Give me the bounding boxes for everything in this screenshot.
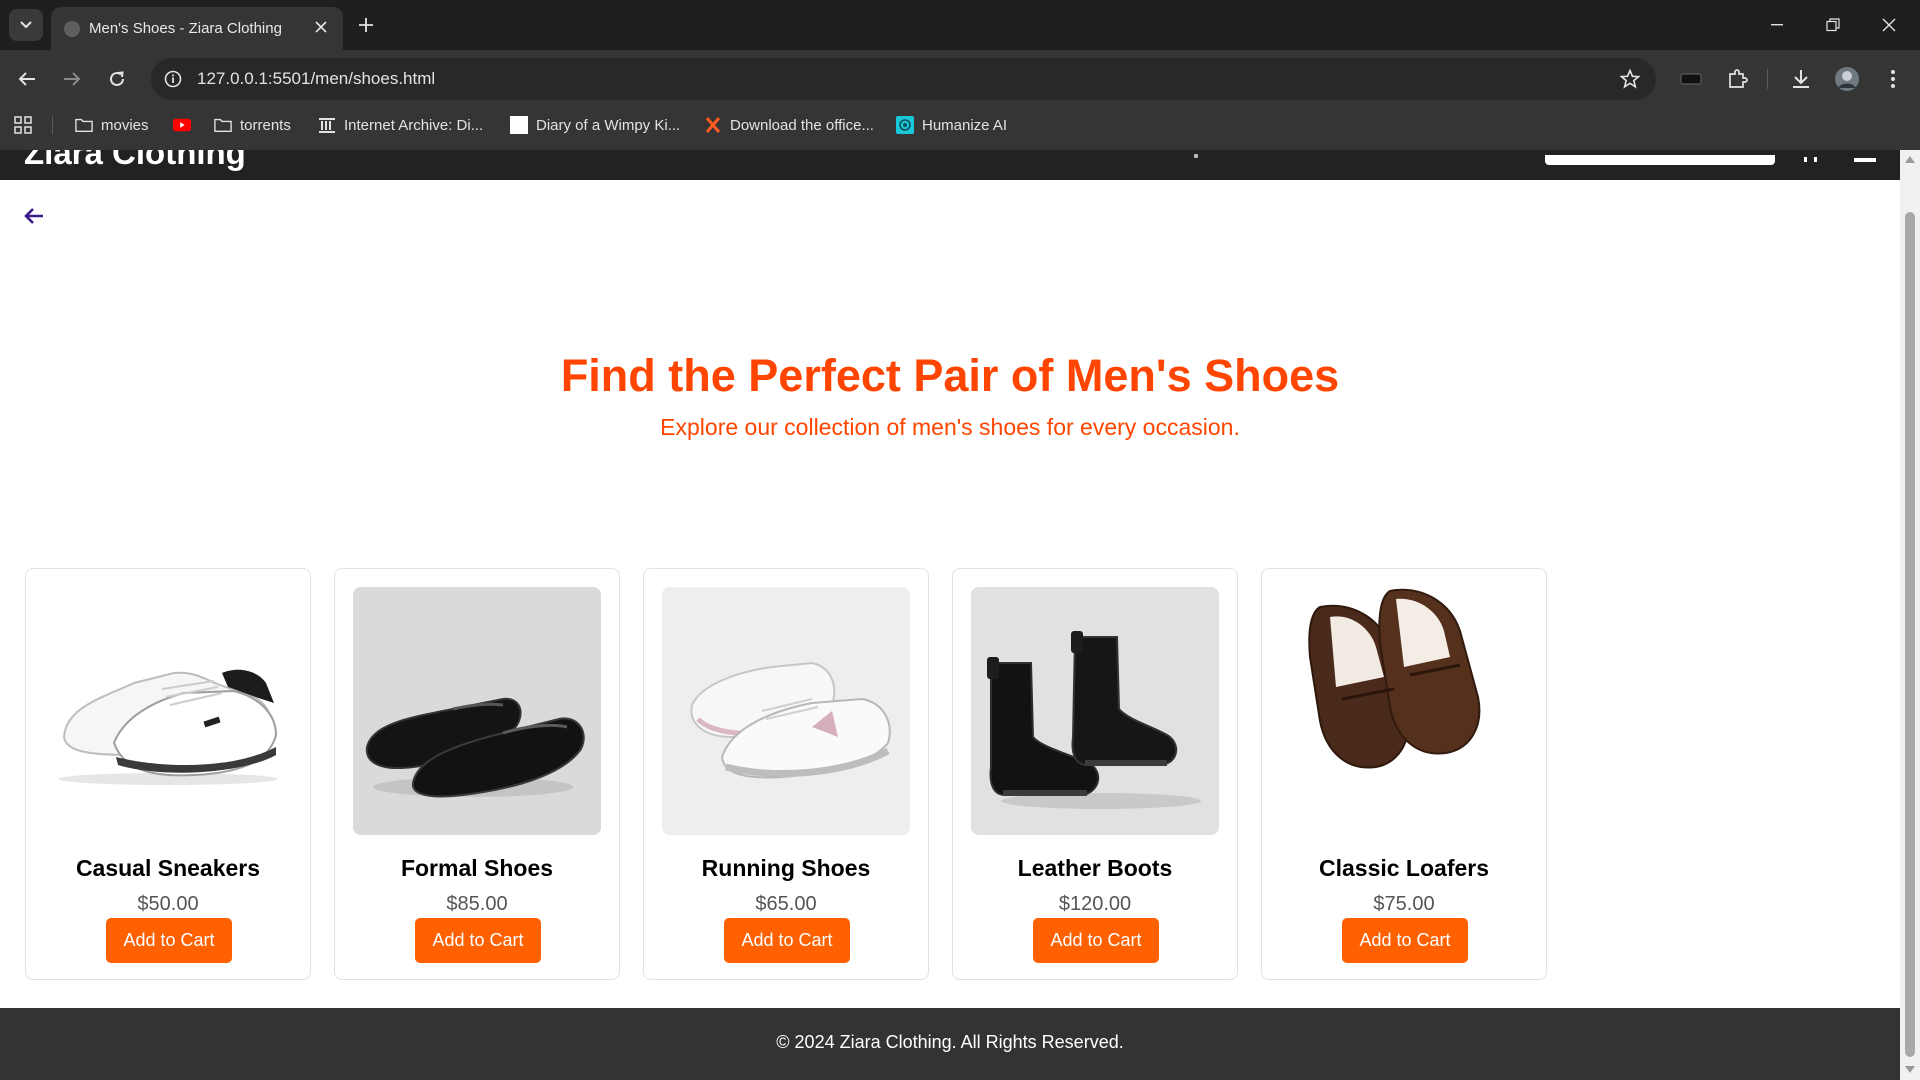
product-image-leather-boots[interactable] [971, 587, 1219, 835]
product-price: $75.00 [1373, 893, 1435, 915]
minimize-button[interactable] [1754, 0, 1800, 50]
globe-icon [64, 21, 80, 37]
arrow-left-icon [18, 72, 35, 86]
page-viewport: Ziara Clothing Find the Perfect Pair of … [0, 150, 1900, 1080]
new-tab-button[interactable] [352, 11, 380, 39]
bookmark-download-office[interactable]: Download the office... [704, 108, 874, 142]
bookmark-humanize-ai[interactable]: Humanize AI [896, 108, 1007, 142]
product-name: Running Shoes [701, 855, 871, 881]
restore-button[interactable] [1810, 0, 1856, 50]
product-price: $120.00 [1058, 893, 1132, 915]
hero-title: Find the Perfect Pair of Men's Shoes [560, 350, 1340, 401]
product-image-casual-sneakers[interactable] [44, 587, 292, 835]
product-card: Leather Boots $120.00 Add to Cart [952, 568, 1238, 980]
cart-icon[interactable] [1802, 150, 1822, 162]
site-header: Ziara Clothing [0, 150, 1900, 180]
scroll-down-arrow-icon[interactable] [1905, 1066, 1915, 1073]
product-name: Leather Boots [1017, 855, 1173, 881]
site-footer: © 2024 Ziara Clothing. All Rights Reserv… [0, 1008, 1900, 1080]
forward-button[interactable] [55, 62, 89, 96]
bookmark-youtube[interactable] [173, 108, 191, 142]
address-bar[interactable]: 127.0.0.1:5501/men/shoes.html [151, 58, 1656, 100]
apps-button[interactable] [14, 108, 32, 142]
product-image-formal-shoes[interactable] [353, 587, 601, 835]
bookmarks-divider [52, 116, 53, 134]
chevron-down-icon [20, 21, 32, 29]
product-card: Running Shoes $65.00 Add to Cart [643, 568, 929, 980]
bookmark-label: Humanize AI [922, 116, 1008, 134]
folder-icon [214, 116, 232, 134]
page-scrollbar[interactable] [1900, 150, 1920, 1080]
url-text[interactable]: 127.0.0.1:5501/men/shoes.html [197, 69, 435, 89]
bookmark-label: torrents [240, 116, 291, 134]
tab-title: Men's Shoes - Ziara Clothing [89, 20, 282, 37]
product-card: Casual Sneakers $50.00 Add to Cart [25, 568, 311, 980]
bookmark-label: Internet Archive: Di... [344, 116, 484, 134]
scroll-up-arrow-icon[interactable] [1905, 156, 1915, 163]
product-price: $85.00 [446, 893, 508, 915]
profile-avatar[interactable] [1832, 64, 1862, 94]
minimize-icon [1771, 24, 1783, 26]
product-image-classic-loafers[interactable] [1280, 587, 1528, 835]
close-icon [315, 21, 327, 33]
tab-close-button[interactable] [309, 15, 333, 39]
youtube-icon [173, 116, 191, 134]
folder-icon [75, 116, 93, 134]
tab-search-button[interactable] [9, 9, 43, 41]
product-card: Formal Shoes $85.00 Add to Cart [334, 568, 620, 980]
bookmark-movies[interactable]: movies [75, 108, 149, 142]
product-name: Formal Shoes [400, 855, 554, 881]
bookmark-label: movies [101, 116, 149, 134]
hero-subtitle: Explore our collection of men's shoes fo… [660, 414, 1240, 440]
reload-button[interactable] [100, 62, 134, 96]
product-image-running-shoes[interactable] [662, 587, 910, 835]
product-price: $50.00 [137, 893, 199, 915]
plus-icon [359, 18, 373, 32]
product-name: Classic Loafers [1318, 855, 1490, 881]
close-icon [1882, 18, 1896, 32]
bookmark-torrents[interactable]: torrents [214, 108, 291, 142]
restore-icon [1826, 18, 1840, 32]
toolbar-divider [1767, 69, 1768, 89]
footer-copyright: © 2024 Ziara Clothing. All Rights Reserv… [776, 1032, 1124, 1052]
add-to-cart-button[interactable]: Add to Cart [724, 918, 850, 963]
downloads-icon[interactable] [1786, 64, 1816, 94]
nav-link-fragment[interactable] [1194, 154, 1198, 158]
bookmarks-bar: movies torrents Internet Archive: Di... … [0, 108, 1920, 150]
extensions-puzzle-icon[interactable] [1722, 64, 1752, 94]
scroll-thumb[interactable] [1905, 212, 1915, 1057]
active-tab[interactable]: Men's Shoes - Ziara Clothing [51, 7, 343, 50]
browser-toolbar: 127.0.0.1:5501/men/shoes.html [0, 50, 1920, 108]
x-logo-icon [704, 116, 722, 134]
browser-tab-strip: Men's Shoes - Ziara Clothing [0, 0, 1920, 50]
reload-icon [110, 71, 124, 86]
back-button[interactable] [10, 62, 44, 96]
product-card: Classic Loafers $75.00 Add to Cart [1261, 568, 1547, 980]
bookmark-label: Download the office... [730, 116, 874, 134]
bookmark-label: Diary of a Wimpy Ki... [536, 116, 681, 134]
arrow-left-icon [24, 208, 43, 224]
menu-icon[interactable] [1854, 150, 1876, 162]
apps-grid-icon [14, 116, 32, 134]
arrow-right-icon [64, 72, 81, 86]
extension-keyboard-icon[interactable] [1676, 64, 1706, 94]
site-brand[interactable]: Ziara Clothing [24, 150, 246, 172]
product-price: $65.00 [755, 893, 817, 915]
humanize-icon [896, 116, 914, 134]
archive-icon [318, 116, 336, 134]
browser-menu-icon[interactable] [1878, 64, 1908, 94]
site-info-icon[interactable] [161, 67, 185, 91]
add-to-cart-button[interactable]: Add to Cart [1033, 918, 1159, 963]
blank-page-icon [510, 116, 528, 134]
bookmark-internet-archive[interactable]: Internet Archive: Di... [318, 108, 483, 142]
add-to-cart-button[interactable]: Add to Cart [415, 918, 541, 963]
site-search-input[interactable] [1545, 155, 1775, 165]
bookmark-star-icon[interactable] [1618, 67, 1642, 91]
back-arrow-link[interactable] [20, 202, 48, 230]
close-window-button[interactable] [1866, 0, 1912, 50]
product-name: Casual Sneakers [75, 855, 261, 881]
add-to-cart-button[interactable]: Add to Cart [106, 918, 232, 963]
bookmark-diary-wimpy-kid[interactable]: Diary of a Wimpy Ki... [510, 108, 680, 142]
add-to-cart-button[interactable]: Add to Cart [1342, 918, 1468, 963]
